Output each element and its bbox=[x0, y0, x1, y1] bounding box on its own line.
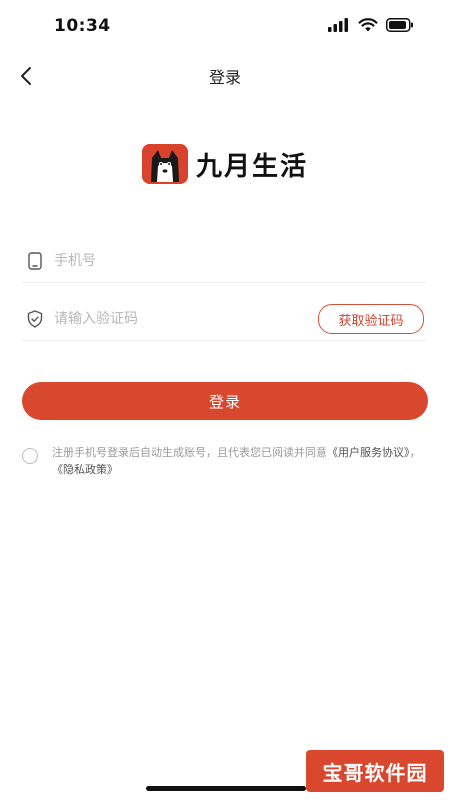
agreement-prefix: 注册手机号登录后自动生成账号，且代表您已阅读并同意 bbox=[52, 446, 327, 459]
agreement-row: 注册手机号登录后自动生成账号，且代表您已阅读并同意《用户服务协议》， 《隐私政策》 bbox=[22, 444, 432, 478]
battery-icon bbox=[386, 18, 413, 32]
phone-input[interactable] bbox=[54, 253, 426, 269]
watermark-text: 宝哥软件园 bbox=[322, 760, 428, 785]
verification-code-input[interactable] bbox=[54, 311, 318, 327]
login-button[interactable]: 登录 bbox=[22, 382, 428, 420]
code-field-row: 获取验证码 bbox=[22, 298, 426, 341]
home-indicator bbox=[146, 786, 306, 791]
shield-check-icon bbox=[24, 308, 46, 330]
status-bar: 10:34 bbox=[0, 0, 450, 52]
status-time: 10:34 bbox=[54, 16, 111, 36]
signal-icon bbox=[328, 18, 348, 32]
agreement-text: 注册手机号登录后自动生成账号，且代表您已阅读并同意《用户服务协议》， 《隐私政策》 bbox=[52, 444, 432, 478]
watermark-badge: 宝哥软件园 bbox=[306, 750, 444, 792]
phone-field-row bbox=[22, 240, 426, 283]
privacy-policy-link[interactable]: 《隐私政策》 bbox=[52, 463, 118, 476]
app-logo bbox=[141, 144, 188, 184]
status-icons bbox=[328, 18, 414, 32]
husky-logo-icon bbox=[141, 144, 188, 184]
page-title: 登录 bbox=[208, 68, 241, 87]
agree-checkbox[interactable] bbox=[22, 448, 38, 464]
phone-icon bbox=[24, 250, 46, 272]
wifi-icon bbox=[358, 18, 378, 32]
user-agreement-link[interactable]: 《用户服务协议》 bbox=[327, 446, 410, 459]
brand-header: 九月生活 bbox=[0, 144, 450, 184]
agreement-separator: ， bbox=[409, 446, 421, 459]
app-name: 九月生活 bbox=[195, 151, 308, 182]
get-code-button[interactable]: 获取验证码 bbox=[318, 304, 424, 334]
nav-bar: 登录 bbox=[0, 52, 450, 100]
